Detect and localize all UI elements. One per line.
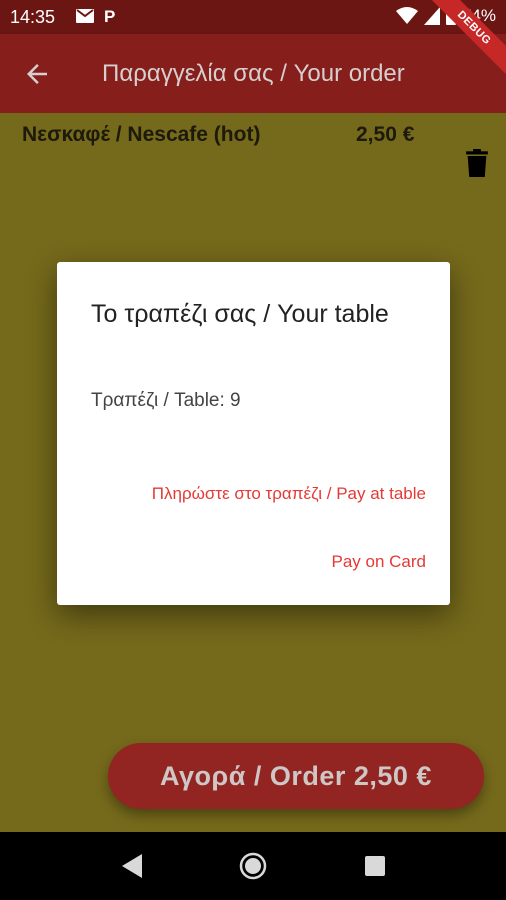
pay-on-card-button[interactable]: Pay on Card <box>332 552 427 572</box>
system-nav-bar <box>0 832 506 900</box>
table-dialog: Το τραπέζι σας / Your table Τραπέζι / Ta… <box>57 262 450 605</box>
pay-at-table-button[interactable]: Πληρώστε στο τραπέζι / Pay at table <box>152 484 426 504</box>
dialog-table-number: Τραπέζι / Table: 9 <box>91 390 241 411</box>
nav-recent-icon[interactable] <box>361 852 389 880</box>
nav-home-icon[interactable] <box>239 852 267 880</box>
nav-back-icon[interactable] <box>118 852 146 880</box>
dialog-title: Το τραπέζι σας / Your table <box>91 300 389 328</box>
